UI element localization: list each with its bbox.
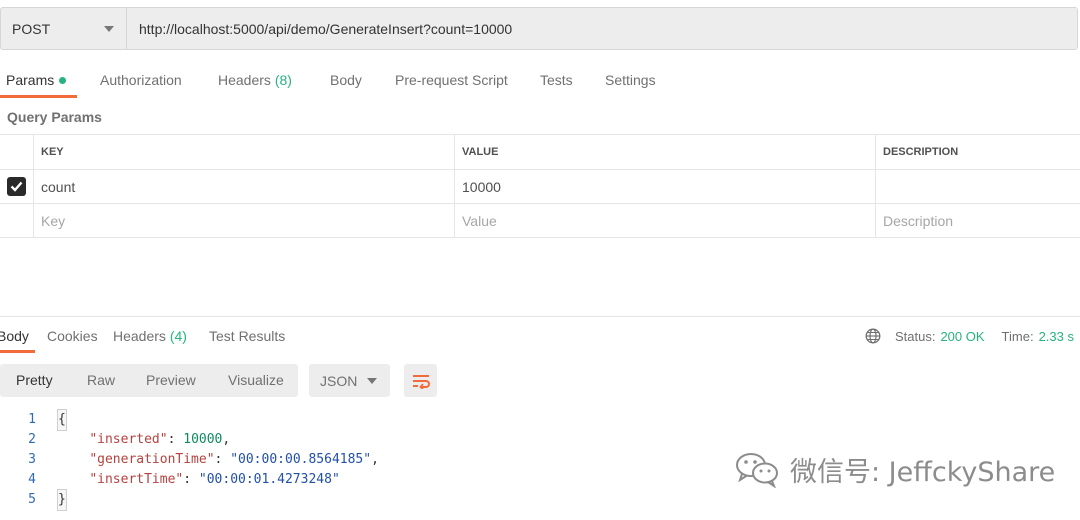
active-dot-icon — [59, 76, 67, 84]
line-number: 4 — [28, 472, 36, 487]
json-key: "insertTime" — [89, 472, 184, 487]
close-brace: } — [57, 489, 67, 511]
view-raw-button[interactable]: Raw — [87, 372, 115, 388]
code-line: 4 "insertTime": "00:00:01.4273248" — [0, 470, 700, 490]
view-pretty-button[interactable]: Pretty — [16, 372, 53, 388]
row-checkbox-cell — [0, 170, 34, 203]
line-number: 2 — [28, 432, 36, 447]
code-line: 2 "inserted": 10000, — [0, 430, 700, 450]
tab-headers[interactable]: Headers (8) — [218, 64, 292, 98]
view-mode-bar: Pretty Raw Preview Visualize — [0, 364, 298, 397]
param-checkbox[interactable] — [7, 177, 26, 196]
request-tabs: Params Authorization Headers (8) Body Pr… — [0, 64, 700, 98]
header-checkbox-cell — [0, 135, 34, 169]
query-params-table: KEY VALUE DESCRIPTION count 10000 Key Va… — [0, 134, 1080, 238]
column-header-key: KEY — [34, 135, 455, 169]
watermark-text: 微信号: JeffckyShare — [790, 456, 1056, 488]
new-key-placeholder[interactable]: Key — [34, 204, 455, 237]
format-select[interactable]: JSON — [309, 364, 390, 397]
open-brace: { — [57, 409, 67, 431]
code-line: 3 "generationTime": "00:00:00.8564185", — [0, 450, 700, 470]
response-tab-test-results[interactable]: Test Results — [209, 320, 285, 353]
tab-authorization[interactable]: Authorization — [100, 64, 182, 98]
status-value[interactable]: 200 OK — [940, 329, 984, 344]
response-tab-headers-label: Headers — [113, 328, 166, 344]
line-number: 3 — [28, 452, 36, 467]
wechat-icon — [734, 450, 782, 488]
table-row: count 10000 — [0, 170, 1080, 204]
tab-tests[interactable]: Tests — [540, 64, 573, 98]
json-key: "generationTime" — [89, 452, 215, 467]
tab-headers-label: Headers — [218, 72, 271, 88]
tab-body[interactable]: Body — [330, 64, 362, 98]
response-headers-count: (4) — [169, 328, 187, 344]
response-body-code[interactable]: 1{ 2 "inserted": 10000, 3 "generationTim… — [0, 409, 700, 511]
tab-params[interactable]: Params — [0, 64, 78, 98]
request-bar: POST — [0, 7, 1078, 50]
code-line: 5} — [0, 489, 700, 511]
wrap-lines-icon — [412, 374, 430, 389]
param-key-cell[interactable]: count — [34, 170, 455, 203]
checkmark-icon — [10, 181, 23, 192]
url-input[interactable] — [127, 8, 1077, 49]
chevron-down-icon — [367, 378, 377, 384]
query-params-title: Query Params — [7, 109, 102, 125]
column-header-description: DESCRIPTION — [883, 146, 959, 158]
json-value: 10000 — [183, 432, 223, 447]
row-checkbox-cell — [0, 204, 34, 237]
response-tab-headers[interactable]: Headers (4) — [113, 320, 187, 353]
method-select[interactable]: POST — [1, 8, 127, 49]
line-number: 1 — [28, 412, 36, 427]
method-label: POST — [12, 20, 51, 37]
new-description-placeholder[interactable]: Description — [876, 204, 1080, 237]
headers-count: (8) — [274, 72, 292, 88]
format-select-label: JSON — [320, 372, 358, 389]
line-number: 5 — [28, 492, 36, 507]
wrap-lines-button[interactable] — [404, 364, 437, 397]
watermark: 微信号: JeffckyShare — [734, 449, 1055, 489]
response-divider — [0, 316, 1080, 317]
globe-icon[interactable] — [865, 328, 881, 344]
json-value: "00:00:01.4273248" — [198, 472, 340, 487]
param-value-cell[interactable]: 10000 — [455, 170, 876, 203]
status-label: Status: — [894, 328, 936, 344]
response-tab-cookies[interactable]: Cookies — [47, 320, 98, 353]
table-row-new: Key Value Description — [0, 204, 1080, 238]
tab-settings[interactable]: Settings — [605, 64, 656, 98]
tab-params-label: Params — [6, 72, 55, 88]
tab-prerequest-script[interactable]: Pre-request Script — [395, 64, 508, 98]
json-key: "inserted" — [89, 432, 168, 447]
table-header-row: KEY VALUE DESCRIPTION — [0, 135, 1080, 170]
response-status: Status: 200 OK Time: 2.33 s — [865, 320, 1074, 352]
response-tabs: Body Cookies Headers (4) Test Results — [0, 320, 600, 353]
chevron-down-icon — [104, 25, 114, 32]
view-preview-button[interactable]: Preview — [146, 372, 196, 388]
time-value[interactable]: 2.33 s — [1039, 329, 1074, 344]
json-value: "00:00:00.8564185" — [230, 452, 372, 467]
new-value-placeholder[interactable]: Value — [455, 204, 876, 237]
code-line: 1{ — [0, 409, 700, 431]
time-label: Time: — [1001, 328, 1034, 344]
column-header-value: VALUE — [455, 135, 876, 169]
param-description-cell[interactable] — [876, 170, 1080, 203]
view-visualize-button[interactable]: Visualize — [228, 372, 284, 388]
response-tab-body[interactable]: Body — [0, 320, 35, 353]
